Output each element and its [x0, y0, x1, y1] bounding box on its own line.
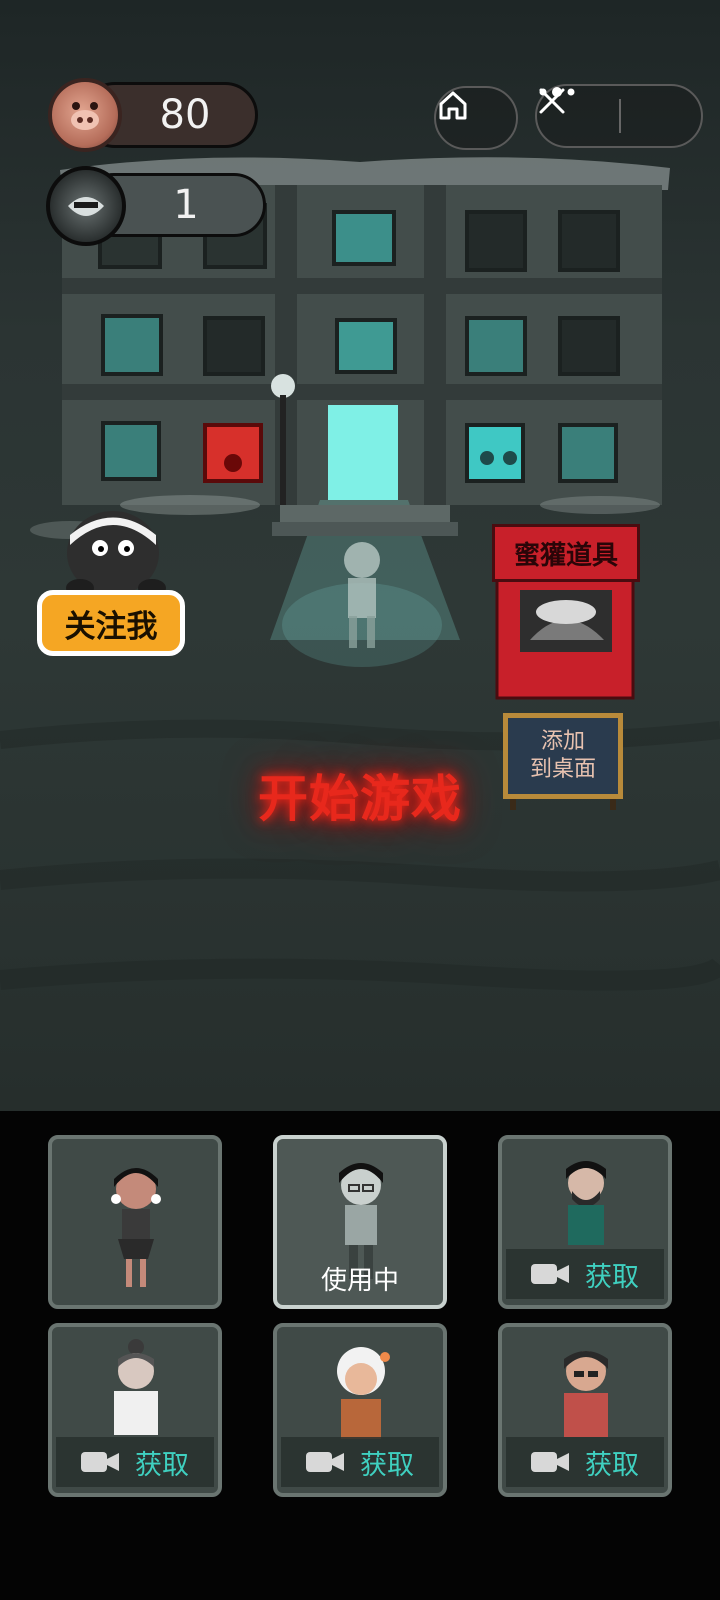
coin-count: 80 — [159, 92, 211, 138]
close-icon — [539, 88, 565, 114]
get-bar[interactable]: 获取 — [56, 1437, 214, 1487]
character-card-selected[interactable]: 使用中 — [273, 1135, 447, 1309]
ghost-face-icon — [46, 166, 126, 246]
get-label: 获取 — [135, 1449, 189, 1481]
in-use-label: 使用中 — [320, 1266, 399, 1296]
get-bar[interactable]: 获取 — [506, 1249, 664, 1299]
video-camera-icon — [531, 1450, 571, 1474]
follow-me-button[interactable]: 关注我 — [37, 590, 185, 656]
close-button[interactable] — [539, 86, 701, 146]
get-label: 获取 — [360, 1449, 414, 1481]
get-bar[interactable]: 获取 — [506, 1437, 664, 1487]
video-camera-icon — [81, 1450, 121, 1474]
home-button[interactable] — [434, 86, 518, 150]
add-to-desktop-line1: 添加 — [540, 729, 585, 754]
start-game-button[interactable]: 开始游戏 — [230, 760, 490, 830]
home-icon — [439, 91, 467, 120]
video-camera-icon — [531, 1262, 571, 1286]
lives-count: 1 — [173, 182, 199, 228]
honey-badger-shop-booth[interactable] — [497, 580, 633, 698]
character-card[interactable]: 获取 — [498, 1135, 672, 1309]
girl-with-bows-figure — [111, 1168, 161, 1287]
character-card[interactable]: 获取 — [498, 1323, 672, 1497]
character-card[interactable]: 获取 — [273, 1323, 447, 1497]
character-card[interactable]: 获取 — [48, 1323, 222, 1497]
mini-program-capsule — [535, 84, 703, 148]
honey-badger-shop-sign[interactable]: 蜜獾道具 — [492, 524, 640, 582]
add-to-desktop-button[interactable]: 添加 到桌面 — [503, 713, 623, 799]
get-bar[interactable]: 获取 — [281, 1437, 439, 1487]
character-select-panel: 使用中 获取 获取 获取 获取 — [0, 1111, 720, 1600]
character-card[interactable] — [48, 1135, 222, 1309]
get-label: 获取 — [585, 1449, 639, 1481]
add-to-desktop-line2: 到桌面 — [529, 757, 596, 782]
game-scene: 80 1 关注我 蜜獾道具 添加 到桌面 开始游戏 — [0, 0, 720, 1111]
video-camera-icon — [306, 1450, 346, 1474]
get-label: 获取 — [585, 1261, 639, 1293]
pig-coin-icon — [48, 78, 122, 152]
